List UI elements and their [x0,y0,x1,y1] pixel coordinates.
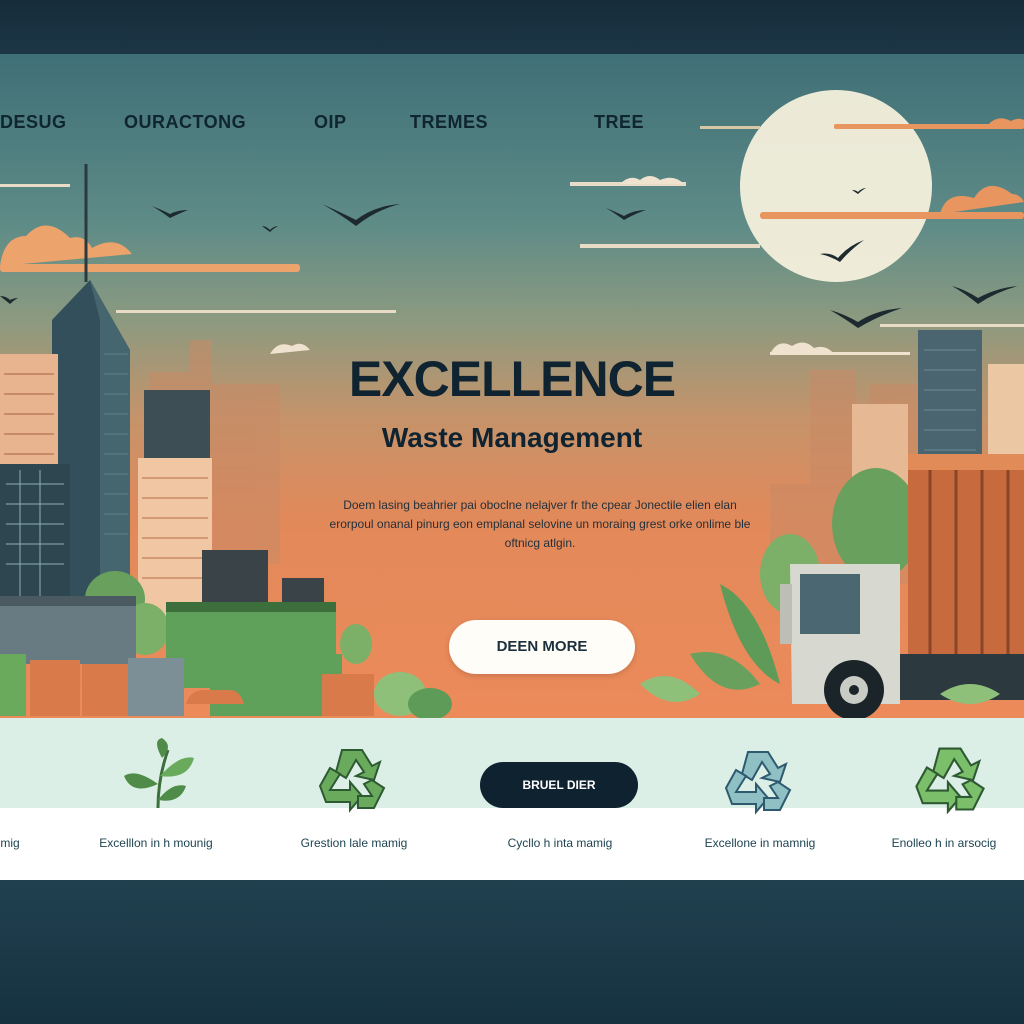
feature-label: Grestion lale mamig [300,836,408,850]
hero-section: DESUG OURACTONG OIP TREMES TREE EXCELLEN… [0,54,1024,718]
top-navigation: DESUG OURACTONG OIP TREMES TREE [0,112,1024,136]
nav-item-oip[interactable]: OIP [314,112,347,133]
feature-label: Excelllon in h mounig [99,836,213,850]
nav-item-desug[interactable]: DESUG [0,112,67,133]
feature-label: Cycllo h inta mamig [507,836,613,850]
feature-action-button[interactable]: BRUEL DIER [480,762,638,808]
nav-item-tremes[interactable]: TREMES [410,112,488,133]
nav-item-tree[interactable]: TREE [594,112,644,133]
recycle-icon [718,744,798,821]
bottom-frame-band [0,880,1024,1024]
hero-subheadline: Waste Management [381,422,643,453]
recycle-icon [312,742,392,819]
leaf-icon [118,738,198,815]
hero-headline: EXCELLENCE [348,351,676,407]
feature-label: Enolleo h in arsocig [891,836,997,850]
landing-page: DESUG OURACTONG OIP TREMES TREE EXCELLEN… [0,54,1024,880]
hero-description: Doem lasing beahrier pai oboclne nelajve… [329,498,751,550]
learn-more-button[interactable]: DEEN MORE [449,620,635,674]
top-frame-band [0,0,1024,54]
feature-label: Excellone in mamnig [704,836,816,850]
recycle-icon [908,740,992,821]
nav-item-ouractong[interactable]: OURACTONG [124,112,246,133]
